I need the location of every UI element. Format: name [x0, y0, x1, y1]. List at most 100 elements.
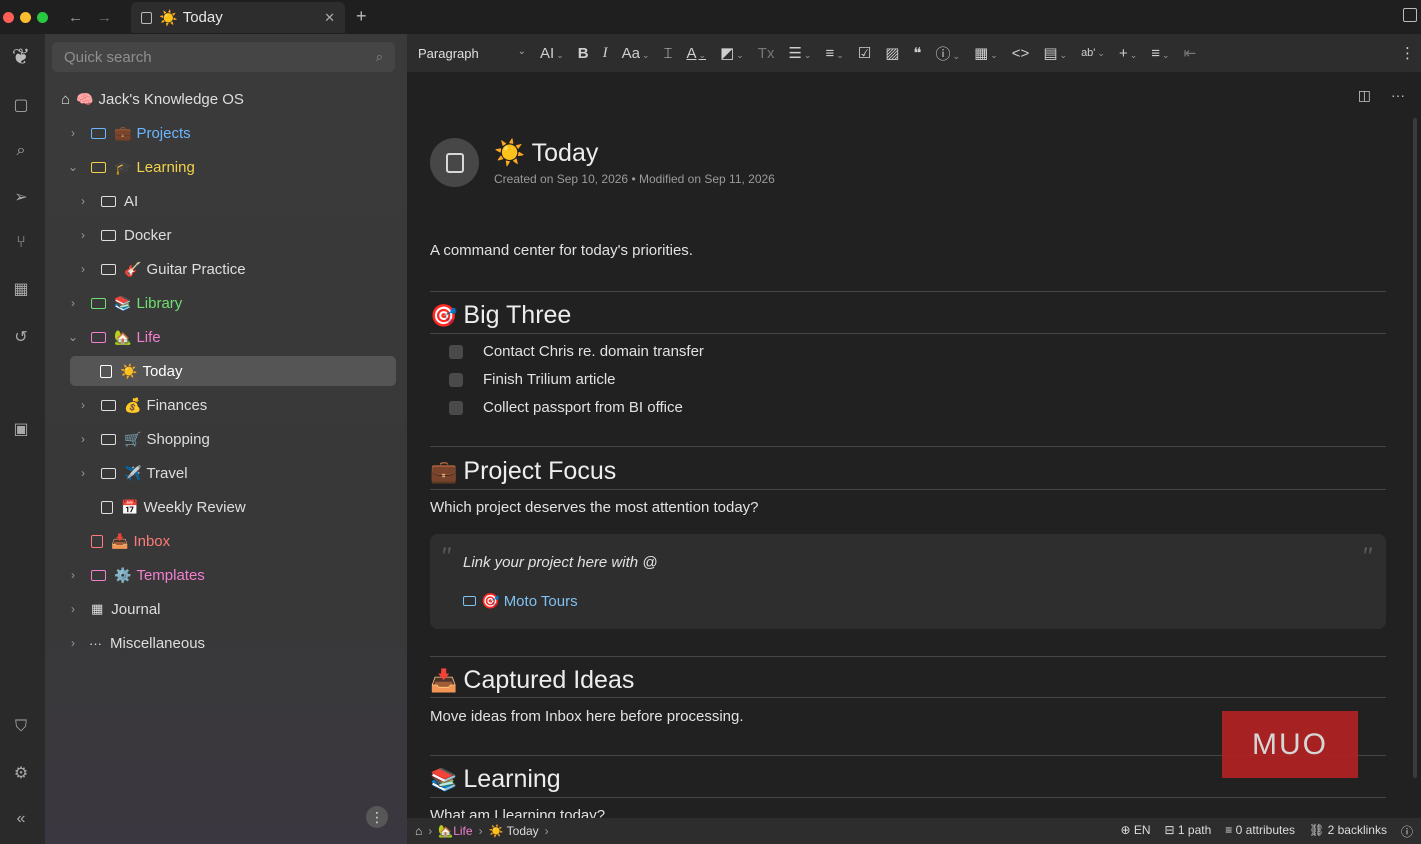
protected-session-icon[interactable]: ⛉	[10, 716, 32, 738]
bulleted-list-icon[interactable]: ☰ ⌄	[788, 44, 811, 62]
chevron-right-icon[interactable]: ›	[77, 228, 89, 242]
tree-item-learning[interactable]: ⌄ 🎓 Learning	[67, 152, 195, 182]
tree-item-miscellaneous[interactable]: › ··· Miscellaneous	[67, 628, 205, 658]
breadcrumb-today[interactable]: ☀️ Today	[489, 824, 539, 838]
moto-tours-link[interactable]: 🎯 Moto Tours	[463, 592, 578, 610]
backlinks-indicator[interactable]: ⛓ 2 backlinks	[1309, 823, 1387, 840]
tree-item-travel[interactable]: › ✈️ Travel	[77, 458, 188, 488]
chevron-right-icon[interactable]: ›	[67, 296, 79, 310]
tree-item-ai[interactable]: › AI	[77, 186, 138, 216]
tab-today[interactable]: ☀️ Today ✕	[131, 2, 345, 33]
block-type-dropdown[interactable]: Paragraph ⌄	[418, 46, 526, 61]
font-color-icon[interactable]: A ⌄	[687, 45, 707, 62]
todo-item[interactable]: Finish Trilium article	[449, 371, 616, 388]
tree-item-journal[interactable]: › ▦ Journal	[67, 594, 161, 624]
code-block-icon[interactable]: ▤ ⌄	[1043, 44, 1067, 62]
format-painter-icon[interactable]: ⌶	[663, 45, 672, 62]
chevron-right-icon[interactable]: ›	[67, 602, 79, 616]
checkbox[interactable]	[449, 344, 463, 359]
tree-root[interactable]: ⌂ 🧠 Jack's Knowledge OS	[61, 84, 244, 114]
chevron-right-icon[interactable]: ›	[77, 262, 89, 276]
chevron-down-icon[interactable]: ⌄	[67, 330, 79, 344]
today-calendar-icon[interactable]: ▣	[10, 418, 32, 440]
admonition-icon[interactable]: ⓘ ⌄	[936, 43, 961, 64]
todo-list-icon[interactable]: ☑	[858, 44, 871, 62]
settings-gear-icon[interactable]: ⚙	[10, 762, 32, 784]
todo-item[interactable]: Contact Chris re. domain transfer	[449, 343, 704, 360]
clear-formatting-icon[interactable]: Tx	[758, 45, 775, 62]
note-metadata: Created on Sep 10, 2026 • Modified on Se…	[494, 172, 775, 186]
new-note-icon[interactable]: ▢	[10, 94, 32, 116]
text-align-icon[interactable]: ≡ ⌄	[1151, 45, 1169, 62]
chevron-right-icon[interactable]: ›	[77, 398, 89, 412]
note-map-icon[interactable]: ⑂	[10, 232, 32, 254]
quick-search-input[interactable]: Quick search ⌕	[52, 42, 395, 72]
note-title[interactable]: ☀️ Today	[494, 139, 598, 168]
item-emoji: 🎸	[124, 260, 142, 277]
home-icon[interactable]: ⌂	[415, 824, 422, 838]
tree-settings-kebab-icon[interactable]: ⋮	[366, 806, 388, 828]
minimize-window-button[interactable]	[20, 11, 31, 23]
highlight-color-icon[interactable]: ◩ ⌄	[720, 44, 744, 62]
folder-icon	[91, 569, 106, 581]
tree-item-life[interactable]: ⌄ 🏡 Life	[67, 322, 161, 352]
search-icon[interactable]: ⌕	[10, 140, 32, 162]
more-options-icon[interactable]: ···	[1391, 87, 1405, 104]
spellcheck-icon[interactable]: ab' ⌄	[1081, 47, 1105, 59]
more-toolbar-icon[interactable]: ⋮	[1400, 44, 1415, 62]
tree-item-today[interactable]: ☀️ Today	[70, 356, 396, 386]
tree-item-library[interactable]: › 📚 Library	[67, 288, 182, 318]
language-indicator[interactable]: ⊕ EN	[1120, 823, 1150, 840]
tree-item-guitar-practice[interactable]: › 🎸 Guitar Practice	[77, 254, 246, 284]
italic-icon[interactable]: I	[603, 45, 608, 62]
block-quote-icon[interactable]: ❝	[913, 44, 921, 62]
text-case-icon[interactable]: Aa ⌄	[622, 45, 650, 62]
checkbox[interactable]	[449, 400, 463, 415]
new-tab-icon[interactable]: +	[356, 6, 367, 27]
chevron-right-icon[interactable]: ›	[77, 194, 89, 208]
note-type-icon[interactable]	[430, 138, 479, 187]
close-window-button[interactable]	[3, 11, 14, 23]
recent-changes-icon[interactable]: ↺	[10, 326, 32, 348]
tree-item-inbox[interactable]: 📥 Inbox	[67, 526, 170, 556]
forward-arrow-icon[interactable]: →	[97, 9, 112, 26]
chevron-down-icon[interactable]: ⌄	[67, 160, 79, 174]
insert-image-icon[interactable]: ▨	[885, 44, 899, 62]
todo-item[interactable]: Collect passport from BI office	[449, 399, 683, 416]
todo-text: Finish Trilium article	[483, 371, 616, 388]
code-icon[interactable]: <>	[1012, 45, 1030, 62]
font-size-icon[interactable]: AI ⌄	[540, 45, 564, 62]
chevron-right-icon[interactable]: ›	[77, 466, 89, 480]
calendar-icon[interactable]: ▦	[10, 278, 32, 300]
insert-plus-icon[interactable]: + ⌄	[1119, 45, 1137, 62]
tree-item-shopping[interactable]: › 🛒 Shopping	[77, 424, 210, 454]
paths-indicator[interactable]: ⊟ 1 path	[1165, 823, 1212, 840]
back-arrow-icon[interactable]: ←	[68, 9, 83, 26]
chevron-right-icon[interactable]: ›	[77, 432, 89, 446]
tree-item-templates[interactable]: › ⚙️ Templates	[67, 560, 205, 590]
maximize-window-button[interactable]	[37, 11, 48, 23]
info-icon[interactable]: ⓘ	[1401, 823, 1413, 840]
attributes-indicator[interactable]: ≡ 0 attributes	[1225, 823, 1295, 840]
tab-title: Today	[182, 9, 223, 26]
chevron-right-icon[interactable]: ›	[67, 568, 79, 582]
bold-icon[interactable]: B	[578, 45, 589, 62]
tree-item-projects[interactable]: › 💼 Projects	[67, 118, 191, 148]
scrollbar[interactable]	[1413, 118, 1417, 778]
chevron-right-icon[interactable]: ›	[67, 126, 79, 140]
trilium-logo-icon[interactable]: ❦	[10, 44, 32, 69]
breadcrumb-life[interactable]: 🏡Life	[438, 824, 472, 838]
send-icon[interactable]: ➢	[10, 186, 32, 208]
split-view-icon[interactable]: ◫	[1358, 87, 1371, 104]
chevron-right-icon[interactable]: ›	[67, 636, 79, 650]
tree-item-finances[interactable]: › 💰 Finances	[77, 390, 207, 420]
outdent-icon[interactable]: ⇤	[1184, 44, 1197, 62]
numbered-list-icon[interactable]: ≡ ⌄	[825, 45, 843, 62]
layout-toggle-icon[interactable]	[1403, 8, 1417, 22]
tree-item-weekly-review[interactable]: 📅 Weekly Review	[77, 492, 246, 522]
tree-item-docker[interactable]: › Docker	[77, 220, 172, 250]
close-tab-icon[interactable]: ✕	[324, 10, 335, 26]
collapse-sidebar-icon[interactable]: «	[10, 808, 32, 830]
checkbox[interactable]	[449, 372, 463, 387]
insert-table-icon[interactable]: ▦ ⌄	[974, 44, 998, 62]
